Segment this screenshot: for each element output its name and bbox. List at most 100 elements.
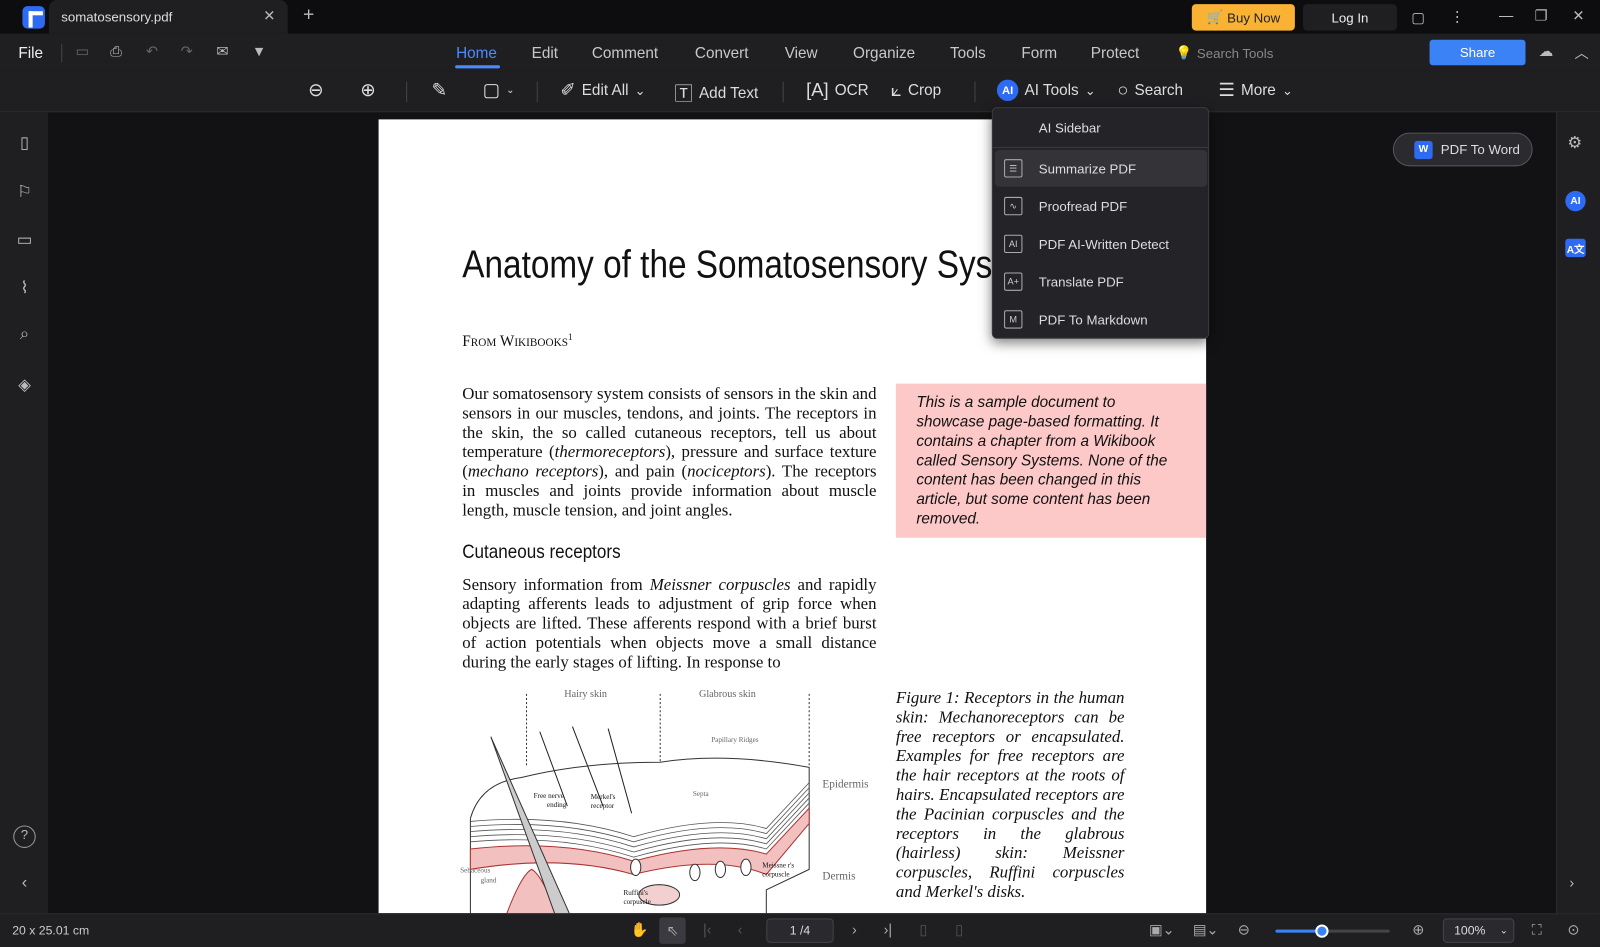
zoom-out-icon[interactable]: ⊖ bbox=[308, 80, 323, 101]
search-icon[interactable]: ⌕ bbox=[13, 326, 35, 348]
save-icon[interactable]: ▭ bbox=[76, 43, 90, 60]
zoom-in-icon[interactable]: ⊕ bbox=[360, 80, 375, 101]
label-merkel: Merkel's bbox=[591, 793, 616, 801]
zoom-in-icon[interactable]: ⊕ bbox=[1412, 921, 1424, 938]
label-sebaceous: Sebaceous bbox=[460, 866, 490, 874]
log-in-button[interactable]: Log In bbox=[1303, 4, 1397, 31]
shape-icon[interactable]: ▢ ⌄ bbox=[483, 80, 515, 101]
crop-icon: ⟀ bbox=[890, 79, 902, 100]
first-page-icon[interactable]: |‹ bbox=[703, 921, 711, 937]
tab-edit[interactable]: Edit bbox=[532, 45, 558, 62]
menu-item-ai-sidebar[interactable]: AI Sidebar bbox=[995, 109, 1207, 146]
zoom-level-select[interactable]: 100% ⌄ bbox=[1442, 918, 1515, 943]
redo-icon[interactable]: ↷ bbox=[181, 43, 193, 60]
text-box-icon: 🅃 bbox=[674, 83, 693, 105]
page-layout-icon[interactable]: ▤⌄ bbox=[1193, 921, 1218, 938]
italic-term: thermoreceptors bbox=[554, 441, 666, 462]
edit-all-button[interactable]: ✐ Edit All ⌄ bbox=[560, 80, 645, 101]
previous-page-icon[interactable]: ‹ bbox=[738, 921, 743, 937]
last-page-icon[interactable]: ›| bbox=[884, 921, 892, 937]
more-button[interactable]: ☰ More ⌄ bbox=[1218, 80, 1292, 101]
ai-tools-button[interactable]: AI AI Tools ⌄ bbox=[996, 79, 1095, 102]
page-thumbnails-icon[interactable]: ▯ bbox=[13, 133, 35, 155]
ocr-icon: [A] bbox=[806, 79, 829, 100]
search-button[interactable]: ○ Search bbox=[1117, 80, 1183, 101]
bookmark-icon[interactable]: ⚐ bbox=[13, 182, 35, 204]
divider bbox=[406, 81, 408, 103]
more-options-icon[interactable]: ⋮ bbox=[1450, 8, 1464, 25]
cart-icon: 🛒 bbox=[1206, 9, 1224, 25]
zoom-slider-handle[interactable] bbox=[1315, 924, 1329, 938]
pdf-to-word-button[interactable]: W PDF To Word bbox=[1392, 132, 1533, 167]
feedback-icon[interactable]: ▢ bbox=[1411, 9, 1425, 26]
select-tool-icon[interactable]: ⇖ bbox=[659, 917, 686, 944]
rotate-right-icon[interactable]: ▯ bbox=[955, 921, 963, 938]
comment-icon[interactable]: ▭ bbox=[13, 230, 35, 252]
scroll-mode-icon[interactable]: ⊙ bbox=[1567, 921, 1579, 938]
page-fit-icon[interactable]: ▣⌄ bbox=[1149, 921, 1174, 938]
menu-item-label: AI Sidebar bbox=[1038, 119, 1101, 136]
add-text-button[interactable]: 🅃 Add Text bbox=[674, 80, 758, 107]
tab-protect[interactable]: Protect bbox=[1091, 45, 1140, 62]
collapse-ribbon-icon[interactable]: ︿ bbox=[1574, 43, 1588, 63]
highlight-icon[interactable]: ✎ bbox=[432, 80, 447, 101]
label-receptor: receptor bbox=[591, 802, 615, 810]
file-menu[interactable]: File bbox=[18, 45, 43, 62]
menu-item-translate-pdf[interactable]: A+ Translate PDF bbox=[995, 263, 1207, 300]
layers-icon[interactable]: ◈ bbox=[13, 374, 35, 396]
next-page-icon[interactable]: › bbox=[852, 921, 857, 937]
close-window-icon[interactable]: ✕ bbox=[1572, 7, 1584, 24]
document-title: Anatomy of the Somatosensory System bbox=[462, 243, 1048, 287]
italic-term: mechano receptors bbox=[467, 461, 599, 481]
tab-convert[interactable]: Convert bbox=[695, 45, 749, 62]
tab-home[interactable]: Home bbox=[456, 45, 497, 62]
label-gland: gland bbox=[481, 877, 497, 885]
attachment-icon[interactable]: ⌇ bbox=[13, 278, 35, 300]
menu-lines-icon: ☰ bbox=[1218, 79, 1235, 100]
zoom-slider[interactable] bbox=[1275, 924, 1390, 938]
menu-item-pdf-to-markdown[interactable]: M PDF To Markdown bbox=[995, 301, 1207, 338]
undo-icon[interactable]: ↶ bbox=[146, 43, 158, 60]
quick-access-dropdown-icon[interactable]: ▼ bbox=[252, 43, 266, 59]
menu-item-ai-written-detect[interactable]: AI PDF AI-Written Detect bbox=[995, 226, 1207, 263]
text-run: Sensory information from bbox=[462, 574, 650, 594]
new-tab-icon[interactable]: + bbox=[303, 4, 314, 26]
close-tab-icon[interactable]: ✕ bbox=[263, 7, 275, 24]
source-text: From Wikibooks bbox=[462, 333, 568, 350]
expand-right-icon[interactable]: › bbox=[1569, 874, 1574, 890]
text-run: ), and pain ( bbox=[598, 461, 688, 481]
translate-icon[interactable]: A文 bbox=[1565, 238, 1586, 258]
zoom-out-icon[interactable]: ⊖ bbox=[1238, 921, 1250, 938]
menu-item-summarize-pdf[interactable]: ☰ Summarize PDF bbox=[994, 149, 1208, 187]
fullscreen-icon[interactable]: ⛶ bbox=[1532, 921, 1542, 938]
cloud-upload-icon[interactable]: ☁ bbox=[1539, 43, 1553, 60]
ocr-button[interactable]: [A] OCR bbox=[806, 80, 869, 101]
help-icon[interactable]: ? bbox=[13, 825, 36, 848]
document-source: From Wikibooks1 bbox=[462, 332, 572, 351]
rotate-left-icon[interactable]: ▯ bbox=[919, 921, 927, 938]
tab-tools[interactable]: Tools bbox=[950, 45, 986, 62]
label-ending: ending bbox=[547, 801, 567, 809]
menu-item-proofread-pdf[interactable]: ∿ Proofread PDF bbox=[995, 188, 1207, 225]
mail-icon[interactable]: ✉ bbox=[216, 43, 228, 60]
tab-view[interactable]: View bbox=[785, 45, 818, 62]
app-window: somatosensory.pdf ✕ + 🛒 Buy Now Log In ▢ … bbox=[0, 0, 1600, 947]
properties-sliders-icon[interactable]: ⚙ bbox=[1567, 133, 1582, 153]
hand-tool-icon[interactable]: ✋ bbox=[631, 921, 649, 938]
ai-assistant-icon[interactable]: AI bbox=[1565, 190, 1586, 212]
collapse-left-icon[interactable]: ‹ bbox=[13, 874, 35, 896]
divider bbox=[992, 146, 1209, 148]
tab-organize[interactable]: Organize bbox=[853, 45, 915, 62]
label-meissner: Meissne r's bbox=[762, 861, 794, 869]
crop-button[interactable]: ⟀ Crop bbox=[891, 80, 941, 101]
tab-comment[interactable]: Comment bbox=[592, 45, 658, 62]
print-icon[interactable]: ⎙ bbox=[110, 43, 121, 60]
menu-item-label: PDF To Markdown bbox=[1038, 311, 1148, 328]
share-button[interactable]: Share bbox=[1429, 39, 1526, 66]
page-number-input[interactable]: 1 /4 bbox=[766, 918, 834, 943]
restore-icon[interactable]: ❐ bbox=[1535, 7, 1548, 24]
minimize-icon[interactable]: — bbox=[1499, 7, 1513, 23]
buy-now-button[interactable]: 🛒 Buy Now bbox=[1191, 4, 1295, 31]
search-tools-input[interactable]: Search Tools bbox=[1197, 46, 1273, 61]
tab-form[interactable]: Form bbox=[1021, 45, 1057, 62]
